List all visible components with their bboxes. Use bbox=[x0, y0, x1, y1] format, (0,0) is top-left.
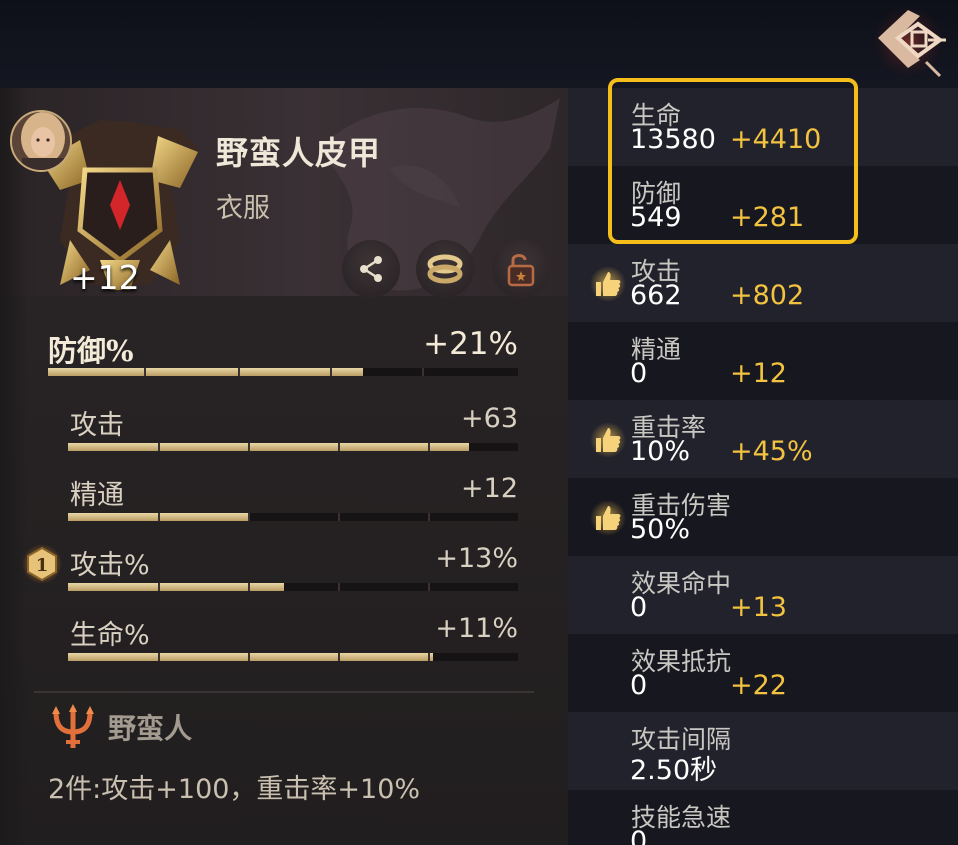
stat-bonus: +13 bbox=[730, 592, 787, 623]
lock-button[interactable] bbox=[492, 240, 550, 298]
stat-row-mastery: 精通 0 +12 bbox=[568, 322, 958, 400]
reroll-count: 1 bbox=[36, 555, 49, 576]
stat-base: 2.50秒 bbox=[630, 755, 718, 786]
character-stats-panel[interactable]: 生命 13580 +4410 防御 549 +281 攻击 662 +802 精… bbox=[568, 88, 958, 845]
sub-stat-label: 生命% bbox=[70, 620, 150, 651]
stat-bonus: +45% bbox=[730, 436, 813, 467]
sub-stat-label: 攻击% bbox=[70, 550, 150, 581]
stat-row-skill-haste: 技能急速 0 bbox=[568, 790, 958, 845]
sub-stat-bar-fill bbox=[68, 583, 284, 591]
stat-base: 13580 bbox=[630, 124, 716, 155]
stat-row-effect-resist: 效果抵抗 0 +22 bbox=[568, 634, 958, 712]
stat-row-crit-damage: 重击伤害 50% bbox=[568, 478, 958, 556]
reroll-count-badge: 1 bbox=[22, 544, 62, 584]
share-button[interactable] bbox=[342, 240, 400, 298]
thumbs-up-icon bbox=[590, 422, 626, 458]
set-name: 野蛮人 bbox=[108, 712, 193, 745]
item-type: 衣服 bbox=[216, 193, 270, 224]
main-stat-label: 防御% bbox=[48, 334, 134, 368]
main-stat-bar bbox=[48, 368, 518, 376]
main-stat-value: +21% bbox=[423, 326, 518, 362]
thumbs-up-icon bbox=[590, 266, 626, 302]
sub-stat-bar bbox=[68, 653, 518, 661]
sub-stat-value: +12 bbox=[461, 473, 518, 504]
sub-stat-bar bbox=[68, 443, 518, 451]
stat-row-effect-hit: 效果命中 0 +13 bbox=[568, 556, 958, 634]
panel-edge bbox=[0, 88, 28, 845]
main-stat-bar-fill bbox=[48, 368, 363, 376]
sub-stat-label: 精通 bbox=[70, 480, 124, 511]
stat-row-attack: 攻击 662 +802 bbox=[568, 244, 958, 322]
stat-bonus: +802 bbox=[730, 280, 805, 311]
stat-row-defense: 防御 549 +281 bbox=[568, 166, 958, 244]
divider bbox=[34, 691, 534, 693]
trident-set-icon bbox=[52, 704, 94, 748]
stat-base: 10% bbox=[630, 436, 691, 467]
top-bar bbox=[0, 0, 958, 88]
stat-bonus: +281 bbox=[730, 202, 805, 233]
sub-stat-bar-fill bbox=[68, 443, 469, 451]
sub-stat-bar bbox=[68, 583, 518, 591]
stat-bonus: +12 bbox=[730, 358, 787, 389]
enhance-level: +12 bbox=[70, 258, 140, 297]
sub-stat-bar bbox=[68, 513, 518, 521]
set-bonus: 2件:攻击+100，重击率+10% bbox=[48, 774, 421, 805]
stat-row-hp: 生命 13580 +4410 bbox=[568, 88, 958, 166]
stat-base: 0 bbox=[630, 826, 648, 845]
rings-button[interactable] bbox=[416, 240, 474, 298]
thumbs-up-icon bbox=[590, 500, 626, 536]
unlock-icon bbox=[507, 254, 535, 287]
sub-stat-value: +63 bbox=[461, 403, 518, 434]
item-name: 野蛮人皮甲 bbox=[216, 134, 382, 172]
sub-stat-value: +11% bbox=[435, 613, 518, 644]
sub-stat-label: 攻击 bbox=[70, 410, 124, 441]
stat-bonus: +22 bbox=[730, 670, 787, 701]
stat-base: 0 bbox=[630, 592, 648, 623]
item-detail-panel: +12 野蛮人皮甲 衣服 防御% +21% 攻击 +63 精通 +12 1 攻击… bbox=[0, 88, 568, 845]
stat-base: 662 bbox=[630, 280, 682, 311]
avatar[interactable] bbox=[10, 110, 72, 172]
stat-row-crit-rate: 重击率 10% +45% bbox=[568, 400, 958, 478]
sub-stat-bar-fill bbox=[68, 653, 433, 661]
stat-base: 0 bbox=[630, 358, 648, 389]
stat-base: 50% bbox=[630, 514, 691, 545]
rings-icon bbox=[427, 254, 463, 284]
guild-emblem-icon[interactable] bbox=[868, 2, 950, 80]
share-icon bbox=[360, 256, 382, 282]
stat-row-attack-interval: 攻击间隔 2.50秒 bbox=[568, 712, 958, 790]
stat-base: 549 bbox=[630, 202, 682, 233]
stat-base: 0 bbox=[630, 670, 648, 701]
sub-stat-value: +13% bbox=[435, 543, 518, 574]
stat-bonus: +4410 bbox=[730, 124, 822, 155]
